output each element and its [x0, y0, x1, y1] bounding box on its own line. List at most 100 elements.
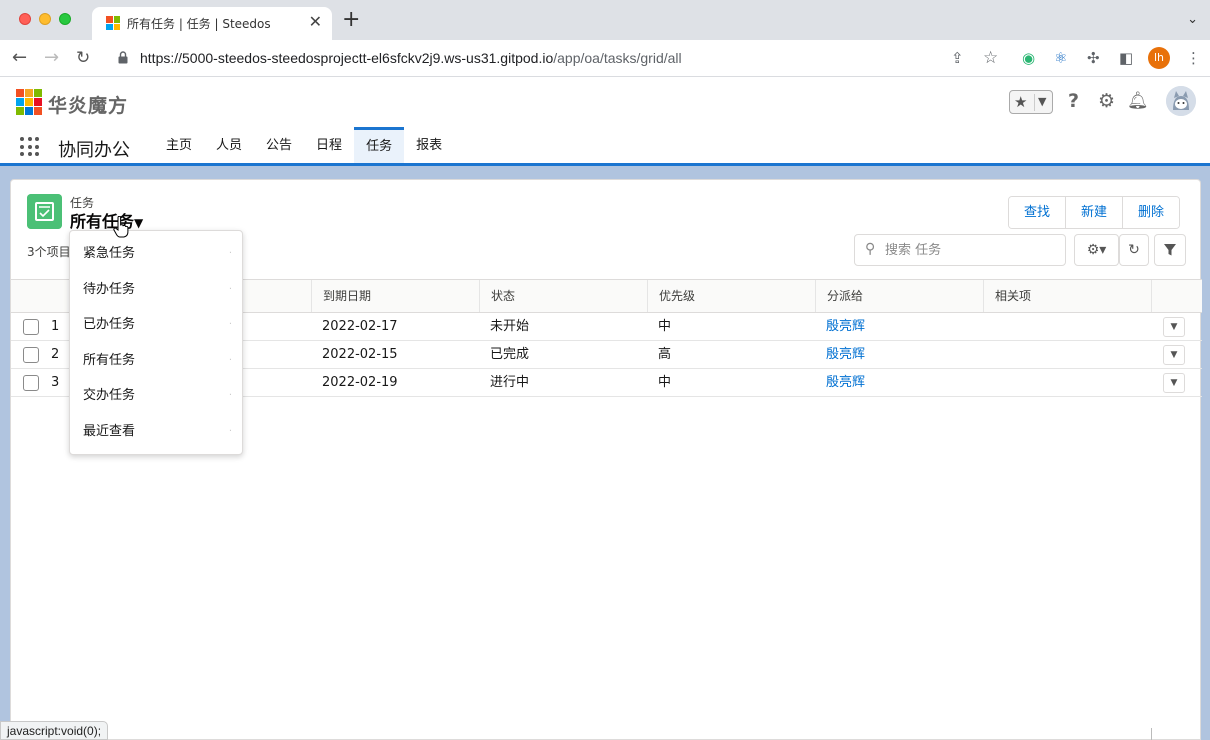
back-arrow-icon[interactable]: ← [12, 48, 27, 68]
forward-arrow-icon[interactable]: → [44, 48, 59, 68]
bookmark-star-icon[interactable]: ☆ [983, 49, 998, 67]
react-devtools-icon[interactable]: ⚛ [1054, 49, 1067, 67]
share-icon[interactable]: ⇪ [951, 49, 964, 67]
nav-tab-people[interactable]: 人员 [204, 127, 254, 163]
row-checkbox[interactable] [23, 319, 39, 335]
row-checkbox[interactable] [23, 347, 39, 363]
new-tab-button[interactable]: + [342, 9, 360, 31]
list-view-dropdown: 紧急任务 待办任务 已办任务 所有任务 交办任务 最近查看 [69, 230, 243, 455]
row-number: 1 [51, 319, 60, 334]
related-cell [983, 313, 994, 341]
browser-tab-bar: 所有任务 | 任务 | Steedos ✕ + ⌄ [0, 0, 1210, 40]
task-object-icon [27, 194, 62, 229]
item-count: 3个项目 [27, 245, 71, 259]
url-field[interactable]: https://5000-steedos-steedosprojectt-el6… [140, 50, 682, 66]
menu-item-todo-tasks[interactable]: 待办任务 [70, 272, 242, 308]
search-input[interactable] [885, 240, 1055, 260]
nav-tab-calendar[interactable]: 日程 [304, 127, 354, 163]
priority-cell: 高 [658, 347, 672, 362]
help-icon[interactable]: ? [1068, 90, 1079, 112]
column-divider [1151, 728, 1152, 740]
app-name: 协同办公 [58, 140, 130, 161]
status-cell: 已完成 [490, 347, 530, 362]
gear-dropdown-icon: ⚙▾ [1086, 242, 1107, 258]
refresh-button[interactable]: ↻ [1119, 234, 1149, 266]
huayan-logo-icon [16, 89, 42, 115]
filter-icon [1164, 244, 1176, 256]
refresh-icon: ↻ [1128, 242, 1140, 258]
steedos-favicon-icon [106, 16, 120, 30]
status-cell: 进行中 [490, 375, 530, 390]
app-nav-tabs: 主页 人员 公告 日程 任务 报表 [154, 127, 454, 163]
priority-cell: 中 [658, 319, 672, 334]
search-box: ⚲ [854, 234, 1066, 266]
favorites-button-group[interactable]: ★ ▼ [1009, 90, 1053, 114]
row-action-menu-icon[interactable]: ▼ [1163, 373, 1185, 393]
due-date-cell: 2022-02-17 [322, 319, 398, 334]
row-checkbox[interactable] [23, 375, 39, 391]
column-header-due-date[interactable]: 到期日期 [311, 280, 479, 312]
menu-item-all-tasks[interactable]: 所有任务 [70, 343, 242, 379]
nav-tab-home[interactable]: 主页 [154, 127, 204, 163]
bell-icon[interactable]: 🔔︎ [1127, 90, 1149, 112]
status-cell: 未开始 [490, 319, 530, 334]
column-header-assigned-to[interactable]: 分派给 [815, 280, 983, 312]
list-settings-button[interactable]: ⚙▾ [1074, 234, 1119, 266]
browser-menu-icon[interactable]: ⋮ [1186, 49, 1201, 67]
delete-button[interactable]: 删除 [1122, 197, 1180, 228]
priority-cell: 中 [658, 375, 672, 390]
menu-item-done-tasks[interactable]: 已办任务 [70, 307, 242, 343]
side-panel-icon[interactable]: ◧ [1119, 49, 1133, 67]
user-avatar[interactable] [1166, 86, 1196, 116]
caret-down-icon: ▼ [134, 216, 144, 230]
favorites-dropdown-icon[interactable]: ▼ [1038, 95, 1046, 108]
assignee-link[interactable]: 殷亮辉 [815, 341, 865, 369]
related-cell [983, 369, 994, 397]
column-header-priority[interactable]: 优先级 [647, 280, 815, 312]
tab-title: 所有任务 | 任务 | Steedos [127, 17, 271, 31]
row-action-menu-icon[interactable]: ▼ [1163, 317, 1185, 337]
row-number: 2 [51, 347, 60, 362]
due-date-cell: 2022-02-15 [322, 347, 398, 362]
column-header-status[interactable]: 状态 [479, 280, 647, 312]
reload-icon[interactable]: ↻ [76, 48, 90, 68]
hand-cursor-icon [113, 216, 129, 238]
search-icon: ⚲ [865, 241, 876, 257]
brand-name: 华炎魔方 [48, 95, 129, 117]
extensions-puzzle-icon[interactable]: ✣ [1087, 49, 1100, 67]
tab-close-icon[interactable]: ✕ [309, 13, 322, 31]
assignee-link[interactable]: 殷亮辉 [815, 369, 865, 397]
column-header-related-to[interactable]: 相关项 [983, 280, 1151, 312]
minimize-window-button[interactable] [39, 13, 51, 25]
lock-icon [118, 51, 128, 64]
related-cell [983, 341, 994, 369]
menu-item-assigned-tasks[interactable]: 交办任务 [70, 378, 242, 414]
browser-tab[interactable]: 所有任务 | 任务 | Steedos ✕ [92, 7, 332, 40]
assignee-link[interactable]: 殷亮辉 [815, 313, 865, 341]
nav-tab-tasks[interactable]: 任务 [354, 127, 405, 163]
favorite-star-icon[interactable]: ★ [1014, 93, 1027, 111]
filter-button[interactable] [1154, 234, 1186, 266]
profile-avatar[interactable]: lh [1148, 47, 1170, 69]
tab-search-chevron-icon[interactable]: ⌄ [1187, 12, 1198, 27]
app-launcher-icon[interactable] [20, 137, 40, 157]
browser-status-bar: javascript:void(0); [0, 721, 109, 740]
maximize-window-button[interactable] [59, 13, 71, 25]
menu-item-recently-viewed[interactable]: 最近查看 [70, 414, 242, 450]
row-number: 3 [51, 375, 60, 390]
list-actions: 查找 新建 删除 [1008, 196, 1181, 229]
find-button[interactable]: 查找 [1009, 197, 1066, 228]
nav-tab-announcements[interactable]: 公告 [254, 127, 304, 163]
close-window-button[interactable] [19, 13, 31, 25]
column-header-actions [1151, 280, 1202, 312]
row-action-menu-icon[interactable]: ▼ [1163, 345, 1185, 365]
gear-icon[interactable]: ⚙ [1098, 90, 1115, 112]
extension-circle-icon[interactable]: ◉ [1022, 49, 1035, 67]
nav-tab-reports[interactable]: 报表 [404, 127, 454, 163]
menu-item-urgent-tasks[interactable]: 紧急任务 [70, 236, 242, 272]
app-header: 华炎魔方 ★ ▼ ? ⚙ 🔔︎ 协同办公 主页 人员 公告 日程 任务 报表 [0, 77, 1210, 166]
divider [1034, 94, 1035, 111]
due-date-cell: 2022-02-19 [322, 375, 398, 390]
new-button[interactable]: 新建 [1065, 197, 1123, 228]
address-bar: ← → ↻ https://5000-steedos-steedosprojec… [0, 40, 1210, 77]
